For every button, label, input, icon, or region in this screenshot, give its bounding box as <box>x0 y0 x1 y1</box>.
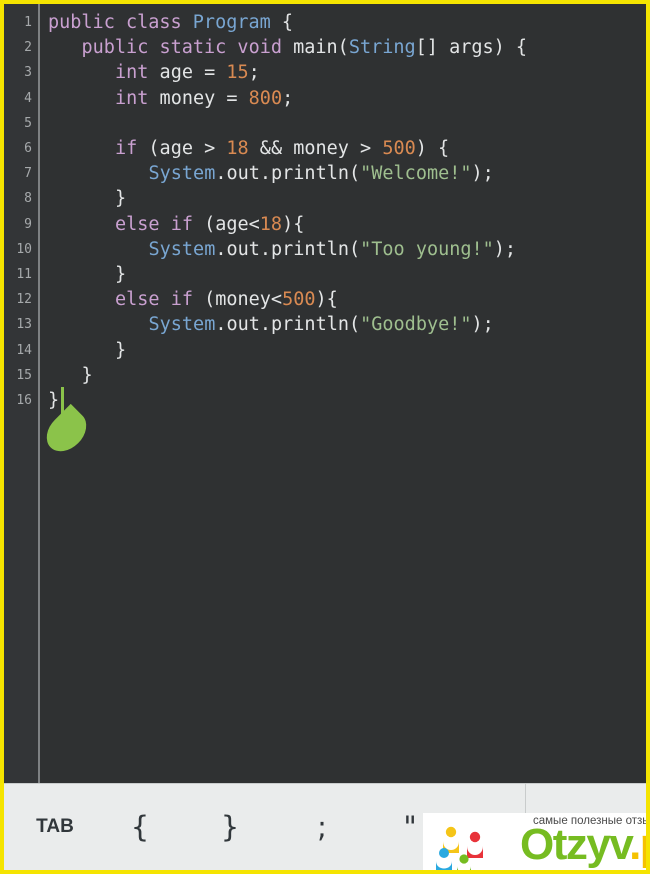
code-token: (age > <box>137 138 226 159</box>
code-line[interactable]: else if (age<18){ <box>115 212 304 237</box>
code-token: ); <box>472 314 494 335</box>
line-number: 6 <box>4 136 32 161</box>
code-token: public static void <box>82 37 294 58</box>
code-token: { <box>271 12 293 33</box>
code-line[interactable]: } <box>82 363 93 388</box>
code-line[interactable]: int money = 800; <box>115 86 293 111</box>
code-token: && money > <box>249 138 383 159</box>
code-token: public class <box>48 12 193 33</box>
code-line[interactable]: else if (money<500){ <box>115 287 338 312</box>
code-line[interactable]: int age = 15; <box>115 60 260 85</box>
code-editor-app: 12345678910111213141516 public class Pro… <box>0 0 650 874</box>
line-number: 14 <box>4 338 32 363</box>
line-number: 3 <box>4 60 32 85</box>
code-token: .out.println( <box>215 239 360 260</box>
people-group-icon <box>431 823 511 871</box>
code-token: ); <box>494 239 516 260</box>
code-token: } <box>115 340 126 361</box>
code-token: Program <box>193 12 271 33</box>
semicolon-key[interactable]: ; <box>298 784 346 870</box>
code-token: "Too young!" <box>360 239 494 260</box>
watermark-brand: Otzyv.pro <box>520 819 650 871</box>
line-number: 16 <box>4 388 32 413</box>
code-token: 18 <box>226 138 248 159</box>
code-token: ; <box>249 62 260 83</box>
code-token: } <box>48 390 59 411</box>
code-token: ){ <box>282 214 304 235</box>
code-token: 18 <box>260 214 282 235</box>
code-token: 15 <box>226 62 248 83</box>
code-token: (money< <box>193 289 282 310</box>
line-number: 5 <box>4 111 32 136</box>
line-number: 2 <box>4 35 32 60</box>
line-number: 7 <box>4 161 32 186</box>
code-token: (age< <box>193 214 260 235</box>
code-line[interactable]: } <box>115 262 126 287</box>
code-token: System <box>149 314 216 335</box>
close-brace-key[interactable]: } <box>206 784 254 870</box>
code-token: age = <box>148 62 226 83</box>
code-token: "Goodbye!" <box>360 314 471 335</box>
line-number: 13 <box>4 312 32 337</box>
code-token: } <box>82 365 93 386</box>
code-token: else if <box>115 214 193 235</box>
code-token: money = <box>148 88 248 109</box>
code-token: ); <box>472 163 494 184</box>
code-text-area[interactable]: public class Program {public static void… <box>42 4 646 783</box>
code-token: ) { <box>416 138 449 159</box>
line-number: 12 <box>4 287 32 312</box>
line-number: 9 <box>4 212 32 237</box>
line-number: 15 <box>4 363 32 388</box>
code-token: System <box>149 239 216 260</box>
code-token: } <box>115 188 126 209</box>
code-token: 500 <box>282 289 315 310</box>
code-line[interactable]: } <box>115 186 126 211</box>
line-number: 4 <box>4 86 32 111</box>
line-number: 8 <box>4 186 32 211</box>
code-line[interactable]: if (age > 18 && money > 500) { <box>115 136 449 161</box>
code-line[interactable]: System.out.println("Goodbye!"); <box>149 312 494 337</box>
code-token: int <box>115 88 148 109</box>
code-line[interactable]: System.out.println("Too young!"); <box>149 237 517 262</box>
code-token: .out.println( <box>215 163 360 184</box>
code-token: System <box>149 163 216 184</box>
code-token: int <box>115 62 148 83</box>
line-number: 11 <box>4 262 32 287</box>
code-token: "Welcome!" <box>360 163 471 184</box>
code-token: String <box>349 37 416 58</box>
code-line[interactable]: } <box>48 388 59 413</box>
code-token: .out.println( <box>215 314 360 335</box>
watermark-brand-suffix: .pro <box>629 820 650 869</box>
code-token: ){ <box>316 289 338 310</box>
code-line[interactable]: System.out.println("Welcome!"); <box>149 161 494 186</box>
code-line[interactable]: public class Program { <box>48 10 293 35</box>
watermark-brand-primary: Otzyv <box>520 820 629 869</box>
tab-key[interactable]: TAB <box>26 784 84 870</box>
code-line[interactable]: } <box>115 338 126 363</box>
code-line[interactable]: public static void main(String[] args) { <box>82 35 528 60</box>
line-number: 10 <box>4 237 32 262</box>
code-token: main( <box>293 37 349 58</box>
code-token: 500 <box>382 138 415 159</box>
watermark-overlay: самые полезные отзывы Otzyv.pro <box>423 813 650 874</box>
code-token: 800 <box>249 88 282 109</box>
code-token: ; <box>282 88 293 109</box>
code-editor-surface[interactable]: 12345678910111213141516 public class Pro… <box>4 4 646 783</box>
line-number-gutter: 12345678910111213141516 <box>4 4 40 783</box>
line-number: 1 <box>4 10 32 35</box>
code-token: if <box>115 138 137 159</box>
code-token: else if <box>115 289 193 310</box>
code-token: } <box>115 264 126 285</box>
open-brace-key[interactable]: { <box>116 784 164 870</box>
code-token: [] args) { <box>416 37 527 58</box>
